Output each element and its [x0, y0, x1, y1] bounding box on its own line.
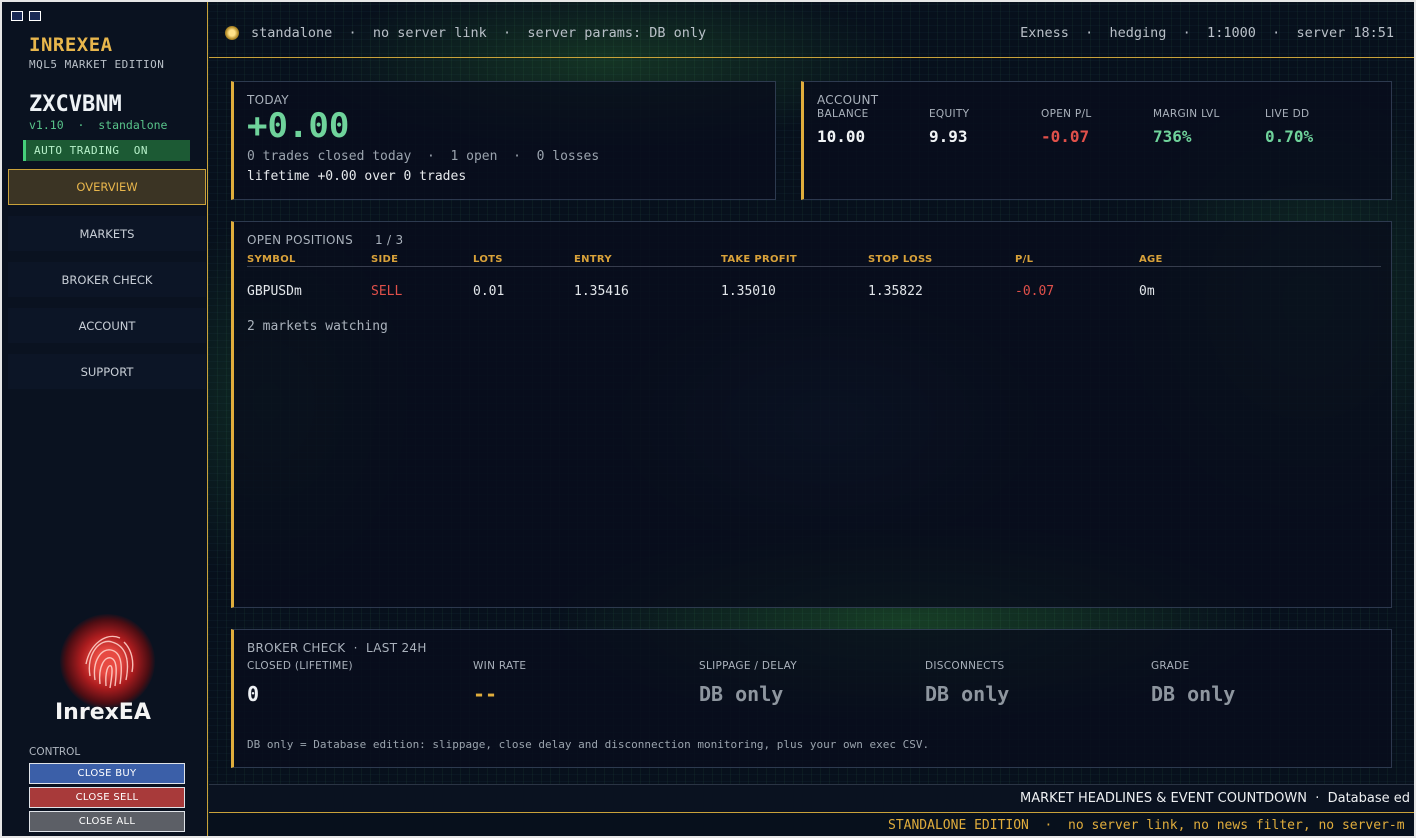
headlines-bar: MARKET HEADLINES & EVENT COUNTDOWN · Dat… [209, 784, 1414, 812]
broker-title: BROKER CHECK · LAST 24H [247, 641, 427, 655]
cell-symbol: GBPUSDm [247, 284, 302, 299]
closed-lifetime-value: 0 [247, 682, 260, 706]
grade-value: DB only [1151, 682, 1236, 706]
metric-label: BALANCE [817, 108, 869, 120]
chart-window-icon[interactable] [11, 11, 23, 21]
control-label: CONTROL [29, 746, 81, 758]
positions-panel: OPEN POSITIONS 1 / 3 SYMBOL SIDE LOTS EN… [231, 221, 1392, 608]
cell-take-profit: 1.35010 [721, 284, 776, 299]
equity-value: 9.93 [929, 127, 968, 146]
column-header: LOTS [473, 254, 503, 265]
markets-watching: 2 markets watching [247, 319, 388, 334]
account-panel: ACCOUNT BALANCE 10.00 EQUITY 9.93 OPEN P… [801, 81, 1392, 200]
balance-value: 10.00 [817, 127, 866, 146]
metric-label: LIVE DD [1265, 108, 1310, 120]
edition-ticker: STANDALONE EDITION · no server link, no … [209, 812, 1414, 836]
connection-status: standalone · no server link · server par… [251, 25, 707, 41]
metric-label: OPEN P/L [1041, 108, 1092, 120]
broker-check-panel: BROKER CHECK · LAST 24H CLOSED (LIFETIME… [231, 629, 1392, 768]
disconnects-value: DB only [925, 682, 1010, 706]
column-header: SIDE [371, 254, 399, 265]
close-sell-button[interactable]: CLOSE SELL [29, 787, 185, 808]
column-header: P/L [1015, 254, 1034, 265]
nav-account[interactable]: ACCOUNT [8, 308, 206, 344]
cell-lots: 0.01 [473, 284, 505, 299]
metric-label: MARGIN LVL [1153, 108, 1220, 120]
nav-overview[interactable]: OVERVIEW [8, 169, 206, 205]
app-window: INREXEA MQL5 MARKET EDITION ZXCVBNM v1.1… [0, 0, 1416, 838]
today-label: TODAY [247, 93, 289, 107]
metric-label: EQUITY [929, 108, 970, 120]
metric-label: SLIPPAGE / DELAY [699, 660, 797, 672]
open-pl-value: -0.07 [1041, 127, 1090, 146]
metric-label: GRADE [1151, 660, 1190, 672]
status-bar: standalone · no server link · server par… [209, 8, 1414, 58]
positions-count: 1 / 3 [375, 233, 404, 247]
metric-label: CLOSED (LIFETIME) [247, 660, 353, 672]
broker-note: DB only = Database edition: slippage, cl… [247, 738, 930, 751]
cell-entry: 1.35416 [574, 284, 629, 299]
live-dd-value: 0.70% [1265, 127, 1314, 146]
positions-title: OPEN POSITIONS [247, 233, 354, 247]
window-icons [11, 11, 41, 21]
metric-label: DISCONNECTS [925, 660, 1005, 672]
today-pl-value: +0.00 [247, 106, 350, 146]
cell-age: 0m [1139, 284, 1155, 299]
restore-window-icon[interactable] [29, 11, 41, 21]
win-rate-value: -- [473, 682, 498, 706]
lifetime-summary: lifetime +0.00 over 0 trades [247, 169, 467, 184]
today-panel: TODAY +0.00 0 trades closed today · 1 op… [231, 81, 776, 200]
edition-label: MQL5 MARKET EDITION [29, 58, 165, 71]
close-all-button[interactable]: CLOSE ALL [29, 811, 185, 832]
cell-pl: -0.07 [1015, 284, 1055, 299]
column-header: SYMBOL [247, 254, 296, 265]
headlines-text: MARKET HEADLINES & EVENT COUNTDOWN · Dat… [1020, 791, 1411, 806]
brand-title: INREXEA [29, 34, 113, 56]
version-line: v1.10 · standalone [29, 118, 168, 132]
logo-wordmark: InrexEA [55, 700, 151, 725]
metric-label: WIN RATE [473, 660, 527, 672]
column-header: STOP LOSS [868, 254, 933, 265]
nav-broker-check[interactable]: BROKER CHECK [8, 262, 206, 298]
status-dot-icon [225, 26, 239, 40]
broker-info: Exness · hedging · 1:1000 · server 18:51 [1020, 25, 1394, 41]
sidebar: INREXEA MQL5 MARKET EDITION ZXCVBNM v1.1… [2, 2, 208, 836]
fingerprint-logo-icon [60, 614, 155, 709]
nav-support[interactable]: SUPPORT [8, 354, 206, 390]
close-buy-button[interactable]: CLOSE BUY [29, 763, 185, 784]
today-summary: 0 trades closed today · 1 open · 0 losse… [247, 149, 600, 164]
margin-level-value: 736% [1153, 127, 1192, 146]
column-header: TAKE PROFIT [721, 254, 798, 265]
header-divider [247, 266, 1381, 267]
account-label: ACCOUNT [817, 93, 879, 107]
account-name: ZXCVBNM [29, 92, 122, 117]
slippage-value: DB only [699, 682, 784, 706]
column-header: AGE [1139, 254, 1163, 265]
column-header: ENTRY [574, 254, 612, 265]
ticker-text: STANDALONE EDITION · no server link, no … [888, 818, 1405, 833]
auto-trading-badge: AUTO TRADING ON [23, 140, 190, 161]
cell-side: SELL [371, 284, 403, 299]
cell-stop-loss: 1.35822 [868, 284, 923, 299]
nav-markets[interactable]: MARKETS [8, 216, 206, 252]
